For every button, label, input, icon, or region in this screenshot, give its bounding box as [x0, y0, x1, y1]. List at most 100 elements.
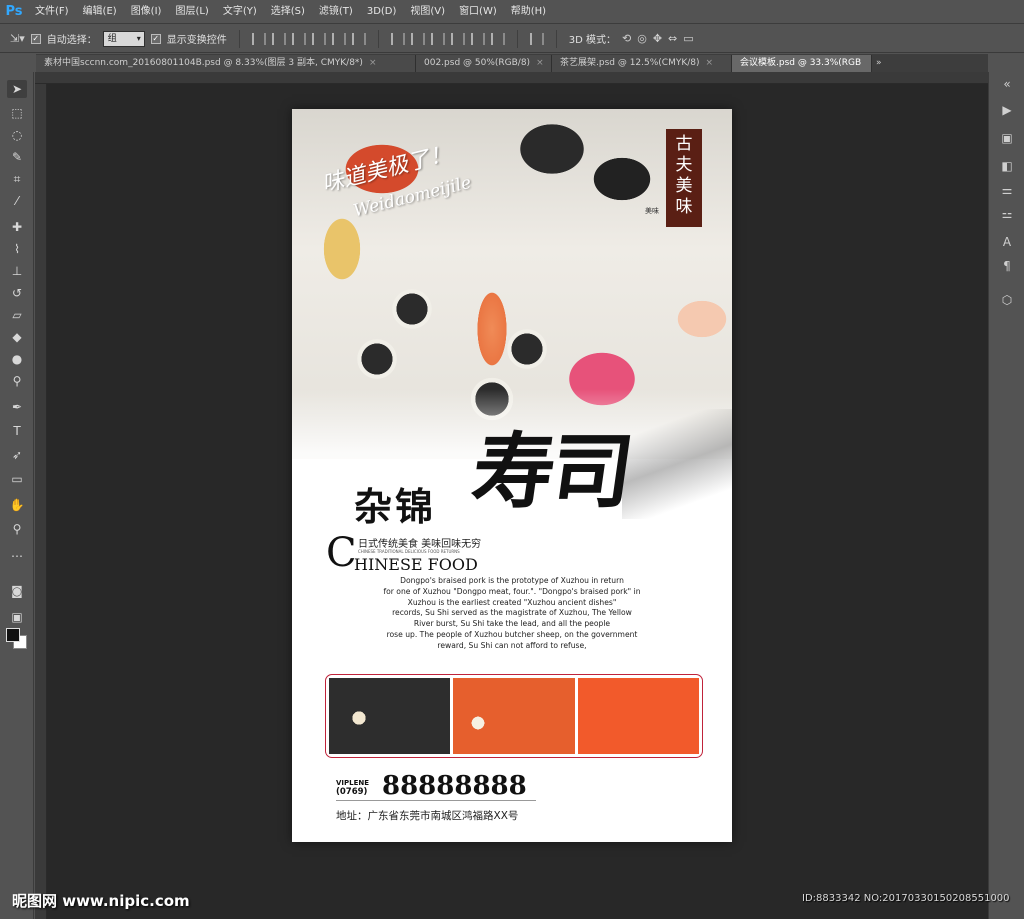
distribute-top-icon[interactable]: [390, 32, 405, 45]
dodge-tool-icon[interactable]: ⚲: [7, 372, 27, 390]
auto-align-icon[interactable]: [529, 32, 544, 45]
menu-window[interactable]: 窗口(W): [452, 0, 504, 24]
poster-tagline-tiny: CHINESE TRADITIONAL DELICIOUS FOOD RETUR…: [358, 549, 460, 554]
marquee-tool-icon[interactable]: ⬚: [7, 104, 27, 122]
poster-artboard[interactable]: 味道美极了！ Weidaomeijile 古 夫 美 味 美味 杂锦 寿司 C …: [292, 109, 732, 842]
document-tab-label: 会议模板.psd @ 33.3%(RGB: [740, 58, 862, 68]
align-vcenter-icon[interactable]: [271, 32, 286, 45]
auto-select-checkbox[interactable]: ✓: [30, 33, 41, 44]
crop-tool-icon[interactable]: ⌗: [7, 170, 27, 188]
pen-tool-icon[interactable]: ✒: [7, 398, 27, 416]
body-line: rose up. The people of Xuzhou butcher sh…: [386, 629, 638, 639]
3d-pan-icon[interactable]: ✥: [653, 32, 662, 45]
adjustments-panel-icon[interactable]: ⚌: [999, 182, 1015, 198]
menu-help[interactable]: 帮助(H): [504, 0, 553, 24]
distribute-left-icon[interactable]: [450, 32, 465, 45]
close-icon[interactable]: ×: [706, 58, 714, 68]
watermark-right: ID:8833342 NO:20170330150208551000: [802, 893, 1010, 904]
ruler-vertical: [35, 84, 47, 919]
3d-slide-icon[interactable]: ⇔: [668, 32, 677, 45]
path-select-tool-icon[interactable]: ➶: [7, 446, 27, 464]
menu-view[interactable]: 视图(V): [403, 0, 452, 24]
align-left-icon[interactable]: [311, 32, 326, 45]
seal-char: 美: [675, 176, 693, 196]
divider: [516, 29, 518, 48]
shape-tool-icon[interactable]: ▭: [7, 470, 27, 488]
menu-file[interactable]: 文件(F): [28, 0, 76, 24]
foreground-color-swatch[interactable]: [6, 628, 20, 642]
document-tab[interactable]: 茶艺展架.psd @ 12.5%(CMYK/8) ×: [552, 55, 732, 72]
menu-filter[interactable]: 滤镜(T): [312, 0, 360, 24]
ruler-horizontal: [35, 72, 988, 84]
menu-3d[interactable]: 3D(D): [360, 0, 404, 24]
blur-tool-icon[interactable]: ●: [7, 350, 27, 368]
auto-select-label: 自动选择：: [46, 35, 97, 46]
collapse-panels-icon[interactable]: «: [999, 76, 1015, 92]
history-brush-tool-icon[interactable]: ↺: [7, 284, 27, 302]
poster-address: 地址：广东省东莞市南城区鸿福路XX号: [336, 810, 519, 822]
close-icon[interactable]: ×: [536, 58, 544, 68]
properties-panel-icon[interactable]: ⚍: [999, 206, 1015, 222]
tab-overflow-icon[interactable]: »: [872, 55, 886, 72]
menu-type[interactable]: 文字(Y): [216, 0, 264, 24]
more-tools-icon[interactable]: …: [7, 544, 27, 562]
tools-panel: ➤ ⬚ ◌ ✎ ⌗ ⁄ ✚ ⌇ ⊥ ↺ ▱ ◆ ● ⚲ ✒ T ➶ ▭ ✋ ⚲ …: [0, 72, 34, 919]
poster-title-chinese: 杂锦: [354, 485, 437, 529]
paint-bucket-tool-icon[interactable]: ◆: [7, 328, 27, 346]
auto-select-dropdown[interactable]: 组: [102, 30, 145, 47]
type-tool-icon[interactable]: T: [7, 422, 27, 440]
body-line: Dongpo's braised pork is the prototype o…: [400, 576, 624, 585]
move-tool-icon[interactable]: ⇲▾: [10, 32, 25, 45]
align-top-icon[interactable]: [251, 32, 266, 45]
stamp-tool-icon[interactable]: ⊥: [7, 262, 27, 280]
healing-brush-tool-icon[interactable]: ✚: [7, 218, 27, 236]
align-right-icon[interactable]: [351, 32, 366, 45]
actions-panel-icon[interactable]: ▣: [999, 130, 1015, 146]
menu-edit[interactable]: 编辑(E): [76, 0, 124, 24]
document-tab-active[interactable]: 会议模板.psd @ 33.3%(RGB: [732, 55, 872, 72]
seal-stamp: 古 夫 美 味: [666, 129, 702, 227]
hand-tool-icon[interactable]: ✋: [7, 496, 27, 514]
brush-tool-icon[interactable]: ⌇: [7, 240, 27, 258]
phone-number: 88888888: [382, 771, 527, 801]
menu-select[interactable]: 选择(S): [264, 0, 312, 24]
move-tool-icon[interactable]: ➤: [7, 80, 27, 98]
eyedropper-tool-icon[interactable]: ⁄: [7, 192, 27, 210]
divider: [336, 800, 536, 801]
document-tab[interactable]: 素材中国sccnn.com_20160801104B.psd @ 8.33%(图…: [36, 55, 416, 72]
body-line: records, Su Shi served as the magistrate…: [392, 608, 632, 618]
menu-layer[interactable]: 图层(L): [168, 0, 215, 24]
align-bottom-icon[interactable]: [291, 32, 306, 45]
document-tab-label: 002.psd @ 50%(RGB/8): [424, 58, 531, 68]
body-line: for one of Xuzhou "Dongpo meat, four.". …: [383, 586, 641, 596]
3d-rotate-icon[interactable]: ⟲: [622, 32, 631, 45]
3d-roll-icon[interactable]: ◎: [637, 32, 647, 45]
chinese-food-heading: HINESE FOOD: [354, 555, 478, 574]
layers-panel-icon[interactable]: ◧: [999, 158, 1015, 174]
distribute-hcenter-icon[interactable]: [470, 32, 485, 45]
quick-select-tool-icon[interactable]: ✎: [7, 148, 27, 166]
character-panel-icon[interactable]: A: [999, 234, 1015, 250]
distribute-bottom-icon[interactable]: [430, 32, 445, 45]
sushi-thumbnail: [577, 678, 699, 754]
distribute-right-icon[interactable]: [490, 32, 505, 45]
lasso-tool-icon[interactable]: ◌: [7, 126, 27, 144]
distribute-vcenter-icon[interactable]: [410, 32, 425, 45]
seal-char: 古: [675, 134, 693, 154]
show-transform-checkbox[interactable]: ✓: [150, 33, 161, 44]
panel-dock: « ▶ ▣ ◧ ⚌ ⚍ A ¶ ⬡: [988, 72, 1024, 919]
eraser-tool-icon[interactable]: ▱: [7, 306, 27, 324]
divider: [238, 29, 240, 48]
paragraph-panel-icon[interactable]: ¶: [999, 258, 1015, 274]
quick-mask-icon[interactable]: ◙: [7, 582, 27, 600]
3d-panel-icon[interactable]: ⬡: [999, 292, 1015, 308]
menu-image[interactable]: 图像(I): [124, 0, 169, 24]
zoom-tool-icon[interactable]: ⚲: [7, 520, 27, 538]
history-panel-icon[interactable]: ▶: [999, 102, 1015, 118]
seal-char: 夫: [675, 155, 693, 175]
document-tab[interactable]: 002.psd @ 50%(RGB/8) ×: [416, 55, 552, 72]
screen-mode-icon[interactable]: ▣: [7, 608, 27, 626]
close-icon[interactable]: ×: [369, 58, 377, 68]
align-hcenter-icon[interactable]: [331, 32, 346, 45]
3d-scale-icon[interactable]: ▭: [683, 32, 693, 45]
